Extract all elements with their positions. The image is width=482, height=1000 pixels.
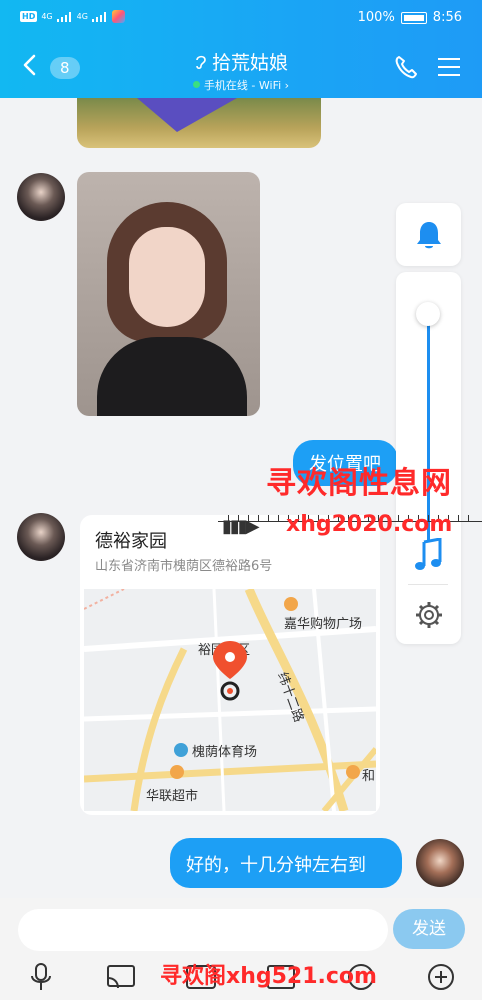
panel-divider [408, 584, 448, 585]
top-bar: HD 4G 4G 100% 8:56 8 拾荒姑娘 手机在线 - WiFi › [0, 0, 482, 98]
location-address: 山东省济南市槐荫区德裕路6号 [95, 559, 273, 574]
chat-header: 8 拾荒姑娘 手机在线 - WiFi › [0, 40, 482, 96]
location-card[interactable]: 德裕家园 山东省济南市槐荫区德裕路6号 嘉华购物广场 裕园小区 纬十二路 槐荫体… [80, 515, 380, 815]
microphone-icon[interactable] [24, 962, 58, 992]
send-button[interactable]: 发送 [393, 909, 465, 949]
phone-call-icon[interactable] [394, 54, 418, 84]
hd-indicator: HD [20, 11, 38, 22]
watermark-text-1: 寻欢阁性息网 [266, 466, 452, 501]
message-bubble-outgoing[interactable]: 好的，十几分钟左右到 [170, 838, 402, 888]
volume-slider-knob[interactable] [416, 302, 440, 326]
menu-icon[interactable] [438, 58, 460, 76]
map-label-mall: 嘉华购物广场 [284, 617, 363, 632]
contact-avatar[interactable] [17, 513, 65, 561]
plus-icon[interactable] [424, 962, 458, 992]
music-note-icon[interactable] [414, 538, 444, 572]
poi-icon [346, 765, 360, 779]
signal-icon [56, 11, 73, 22]
battery-percent: 100% [357, 10, 395, 25]
shopping-poi-icon [284, 597, 298, 611]
network-type-2: 4G [76, 12, 88, 21]
screen-cast-icon[interactable] [104, 962, 138, 992]
signal-icon-2 [91, 11, 108, 22]
stadium-poi-icon [174, 743, 188, 757]
my-avatar[interactable] [416, 839, 464, 887]
bell-icon [417, 222, 441, 249]
gear-icon[interactable] [415, 601, 443, 629]
app-notification-icon [111, 10, 125, 23]
watermark-text-3: 寻欢阁xhg521.com [160, 964, 377, 989]
photo-message[interactable] [77, 172, 260, 416]
map-label-right: 和 [362, 769, 376, 784]
map-preview[interactable]: 嘉华购物广场 裕园小区 纬十二路 槐荫体育场 华联超市 和 [84, 589, 376, 811]
watermark-text-2: xhg2020.com [286, 512, 453, 537]
location-pin-icon [213, 641, 247, 701]
message-input[interactable] [18, 909, 388, 951]
map-label-stadium: 槐荫体育场 [192, 745, 258, 760]
clock: 8:56 [432, 10, 462, 25]
input-bar: 发送 寻欢阁xhg521.com [0, 898, 482, 1000]
network-type-1: 4G [41, 12, 53, 21]
previous-image-message[interactable] [77, 98, 321, 148]
ringer-button[interactable] [396, 203, 461, 266]
ear-icon [196, 55, 206, 70]
contact-avatar[interactable] [17, 173, 65, 221]
battery-icon [400, 11, 427, 24]
online-dot [192, 81, 200, 88]
map-label-market: 华联超市 [146, 789, 199, 804]
location-name: 德裕家园 [95, 531, 167, 552]
contact-name: 拾荒姑娘 [211, 52, 288, 74]
market-poi-icon [170, 765, 184, 779]
status-bar: HD 4G 4G 100% 8:56 [0, 6, 482, 32]
arrow-right-icon: ▮▮▮▶ [222, 516, 260, 537]
